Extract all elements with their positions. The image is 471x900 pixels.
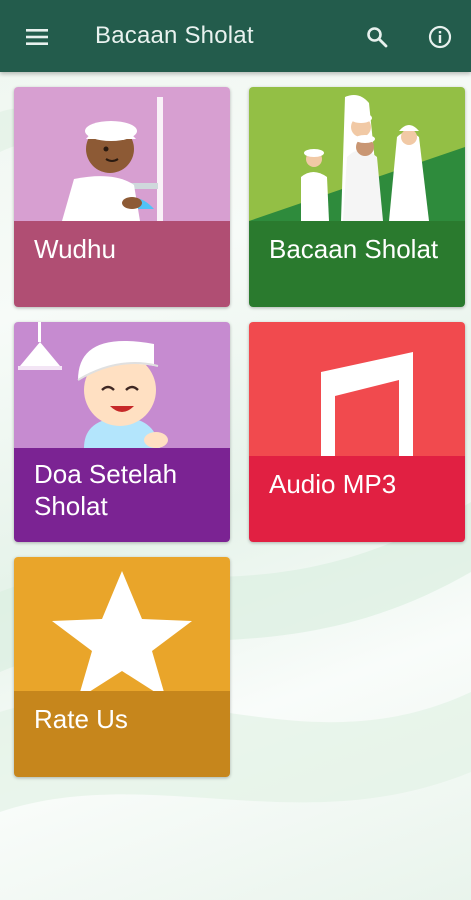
star-icon <box>14 557 230 691</box>
menu-card-label-box: Rate Us <box>14 691 230 777</box>
menu-card-label-box: Bacaan Sholat <box>249 221 465 307</box>
menu-card-wudhu[interactable]: Wudhu <box>14 87 230 307</box>
app-bar: Bacaan Sholat <box>0 0 471 72</box>
menu-card-rate-us[interactable]: Rate Us <box>14 557 230 777</box>
search-button[interactable] <box>362 22 392 52</box>
hamburger-menu-button[interactable] <box>22 24 52 50</box>
menu-card-bacaan-sholat[interactable]: Bacaan Sholat <box>249 87 465 307</box>
info-button[interactable] <box>425 22 455 52</box>
info-icon <box>428 25 452 49</box>
menu-card-label: Rate Us <box>34 704 128 734</box>
hamburger-menu-icon <box>26 29 48 45</box>
search-icon <box>367 27 388 48</box>
menu-card-label-box: Wudhu <box>14 221 230 307</box>
menu-card-audio-mp3[interactable]: Audio MP3 <box>249 322 465 542</box>
menu-card-label: Audio MP3 <box>269 469 397 499</box>
menu-card-label: Doa Setelah Sholat <box>34 459 178 521</box>
child-washing-icon <box>14 87 230 221</box>
menu-card-doa-setelah-sholat[interactable]: Doa Setelah Sholat <box>14 322 230 542</box>
menu-card-label-box: Audio MP3 <box>249 456 465 542</box>
menu-card-label: Wudhu <box>34 234 116 264</box>
menu-card-label: Bacaan Sholat <box>269 234 439 264</box>
page-title: Bacaan Sholat <box>95 22 254 49</box>
boy-praying-icon <box>14 322 230 448</box>
menu-card-label-box: Doa Setelah Sholat <box>14 448 230 542</box>
music-note-icon <box>249 322 465 456</box>
family-praying-icon <box>249 87 465 221</box>
